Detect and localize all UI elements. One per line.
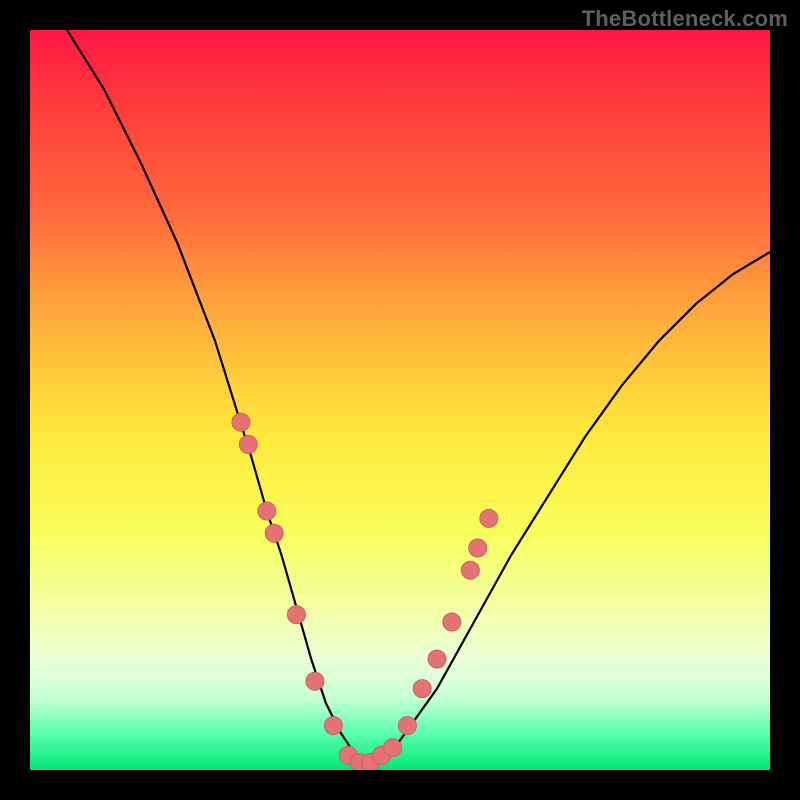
data-marker: [413, 680, 431, 698]
data-marker: [384, 739, 402, 757]
data-marker: [258, 502, 276, 520]
data-marker: [306, 672, 324, 690]
plot-svg: [30, 30, 770, 770]
data-markers: [232, 413, 498, 770]
data-marker: [324, 717, 342, 735]
data-marker: [287, 606, 305, 624]
data-marker: [428, 650, 446, 668]
data-marker: [461, 561, 479, 579]
data-marker: [232, 413, 250, 431]
watermark-text: TheBottleneck.com: [582, 6, 788, 32]
data-marker: [443, 613, 461, 631]
data-marker: [480, 509, 498, 527]
chart-frame: TheBottleneck.com: [0, 0, 800, 800]
data-marker: [239, 435, 257, 453]
data-marker: [265, 524, 283, 542]
data-marker: [398, 717, 416, 735]
bottleneck-curve: [67, 30, 770, 763]
data-marker: [469, 539, 487, 557]
plot-area: [30, 30, 770, 770]
